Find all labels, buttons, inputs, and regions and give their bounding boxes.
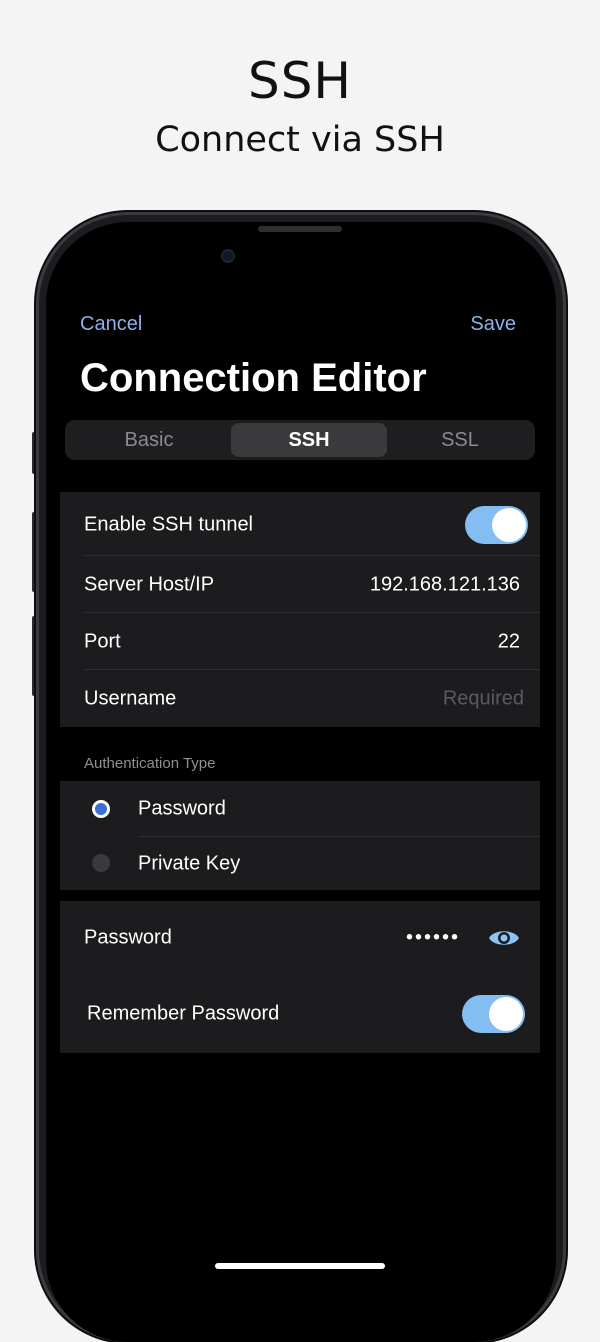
- eye-icon[interactable]: [488, 927, 520, 949]
- toggle-knob: [489, 997, 523, 1031]
- auth-option-label: Password: [138, 797, 226, 819]
- radio-unselected-icon: [92, 854, 110, 872]
- toggle-knob: [492, 508, 526, 542]
- remember-password-label: Remember Password: [87, 1002, 280, 1025]
- server-host-field[interactable]: 192.168.121.136: [370, 573, 520, 596]
- password-field[interactable]: ••••••: [406, 927, 460, 950]
- remember-password-row: Remember Password: [60, 985, 540, 1043]
- password-row[interactable]: Password ••••••: [60, 909, 540, 967]
- promo-title: SSH: [247, 52, 353, 110]
- auth-option-password[interactable]: Password: [60, 781, 540, 836]
- remember-password-toggle[interactable]: [462, 995, 525, 1033]
- ssh-settings-group: Enable SSH tunnel Server Host/IP 192.168…: [60, 492, 540, 727]
- protocol-tabs: Basic SSH SSL: [65, 420, 535, 460]
- page-title: Connection Editor: [80, 356, 427, 400]
- save-button[interactable]: Save: [470, 313, 516, 336]
- auth-option-private-key[interactable]: Private Key: [60, 837, 540, 890]
- username-label: Username: [84, 687, 177, 709]
- tab-ssh[interactable]: SSH: [231, 423, 387, 457]
- auth-option-label: Private Key: [138, 852, 241, 874]
- promo-subtitle: Connect via SSH: [155, 120, 445, 160]
- server-host-label: Server Host/IP: [84, 573, 215, 595]
- port-label: Port: [84, 630, 121, 652]
- password-group: Password •••••• Remember Password: [60, 901, 540, 1053]
- username-row[interactable]: Username Required: [60, 670, 540, 727]
- enable-ssh-label: Enable SSH tunnel: [84, 513, 254, 536]
- enable-ssh-row: Enable SSH tunnel: [60, 496, 540, 554]
- home-indicator[interactable]: [215, 1263, 385, 1269]
- enable-ssh-toggle[interactable]: [465, 506, 528, 544]
- speaker-grille: [258, 226, 342, 232]
- auth-type-group: Password Private Key: [60, 781, 540, 890]
- tab-basic[interactable]: Basic: [69, 423, 229, 457]
- username-field[interactable]: Required: [443, 687, 524, 710]
- port-row[interactable]: Port 22: [60, 613, 540, 670]
- cancel-button[interactable]: Cancel: [80, 313, 142, 336]
- radio-selected-icon: [92, 800, 110, 818]
- front-camera: [223, 251, 233, 261]
- port-field[interactable]: 22: [498, 630, 520, 653]
- server-host-row[interactable]: Server Host/IP 192.168.121.136: [60, 556, 540, 613]
- auth-type-header: Authentication Type: [84, 755, 216, 772]
- password-label: Password: [84, 926, 172, 949]
- tab-ssl[interactable]: SSL: [389, 423, 531, 457]
